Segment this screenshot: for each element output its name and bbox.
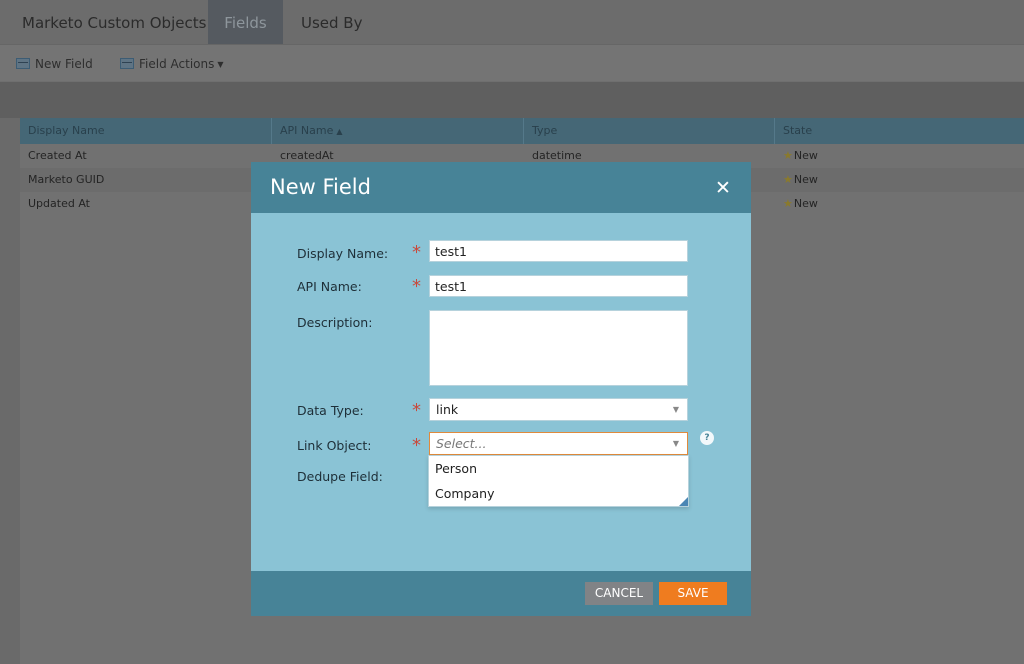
display-name-input[interactable] bbox=[429, 240, 688, 262]
cell-state: ★New bbox=[783, 197, 818, 210]
cancel-button[interactable]: CANCEL bbox=[585, 582, 653, 605]
star-icon: ★ bbox=[783, 173, 793, 186]
star-icon: ★ bbox=[783, 149, 793, 162]
link-object-dropdown: Person Company bbox=[428, 455, 689, 507]
dedupe-field-label: Dedupe Field: bbox=[297, 469, 383, 484]
filter-band bbox=[0, 82, 1024, 118]
description-label: Description: bbox=[297, 315, 373, 330]
field-actions-icon bbox=[120, 58, 134, 69]
cell-display-name: Updated At bbox=[28, 197, 90, 210]
chevron-down-icon: ▼ bbox=[672, 405, 679, 414]
column-header-api-name[interactable]: API Name ▲ bbox=[272, 118, 524, 144]
grid-header: Display Name API Name ▲ Type State bbox=[20, 118, 1024, 144]
data-type-label: Data Type: bbox=[297, 403, 364, 418]
save-button[interactable]: SAVE bbox=[659, 582, 727, 605]
sort-ascending-icon: ▲ bbox=[336, 127, 343, 136]
help-icon[interactable]: ? bbox=[700, 431, 714, 445]
data-type-select[interactable]: link ▼ bbox=[429, 398, 688, 421]
dialog-footer: CANCEL SAVE bbox=[251, 571, 751, 616]
link-object-placeholder: Select... bbox=[436, 436, 487, 451]
required-marker: * bbox=[412, 435, 421, 456]
left-strip bbox=[0, 118, 20, 664]
api-name-input[interactable] bbox=[429, 275, 688, 297]
data-type-value: link bbox=[436, 402, 459, 417]
new-field-dialog: New Field ✕ Display Name: * API Name: * … bbox=[251, 162, 751, 616]
tab-bar: Marketo Custom Objects Fields Used By bbox=[0, 0, 1024, 44]
field-actions-label: Field Actions bbox=[139, 57, 215, 71]
description-textarea[interactable] bbox=[429, 310, 688, 386]
tab-fields[interactable]: Fields bbox=[208, 0, 283, 44]
api-name-label: API Name: bbox=[297, 279, 362, 294]
link-object-label: Link Object: bbox=[297, 438, 372, 453]
field-actions-button[interactable]: Field Actions ▼ bbox=[120, 56, 224, 72]
column-header-state[interactable]: State bbox=[775, 118, 1024, 144]
new-field-button[interactable]: New Field bbox=[16, 56, 93, 72]
resize-handle[interactable] bbox=[679, 497, 688, 506]
option-person[interactable]: Person bbox=[429, 456, 688, 481]
cell-display-name: Created At bbox=[28, 149, 87, 162]
cell-display-name: Marketo GUID bbox=[28, 173, 105, 186]
cell-state: ★New bbox=[783, 149, 818, 162]
tab-used-by[interactable]: Used By bbox=[301, 0, 362, 44]
option-company[interactable]: Company bbox=[429, 481, 688, 506]
dialog-title: New Field bbox=[270, 175, 371, 199]
dialog-header: New Field ✕ bbox=[251, 162, 751, 213]
link-object-select[interactable]: Select... ▼ bbox=[429, 432, 688, 455]
chevron-down-icon: ▼ bbox=[217, 60, 224, 69]
column-header-display-name[interactable]: Display Name bbox=[20, 118, 272, 144]
required-marker: * bbox=[412, 242, 421, 263]
add-field-icon bbox=[16, 58, 30, 69]
toolbar: New Field Field Actions ▼ bbox=[0, 44, 1024, 81]
chevron-down-icon: ▼ bbox=[672, 439, 679, 448]
required-marker: * bbox=[412, 400, 421, 421]
display-name-label: Display Name: bbox=[297, 246, 389, 261]
tab-marketo-custom-objects[interactable]: Marketo Custom Objects bbox=[22, 0, 206, 44]
cell-state: ★New bbox=[783, 173, 818, 186]
new-field-label: New Field bbox=[35, 57, 93, 71]
column-header-type[interactable]: Type bbox=[524, 118, 775, 144]
star-icon: ★ bbox=[783, 197, 793, 210]
close-icon[interactable]: ✕ bbox=[713, 178, 733, 198]
required-marker: * bbox=[412, 276, 421, 297]
